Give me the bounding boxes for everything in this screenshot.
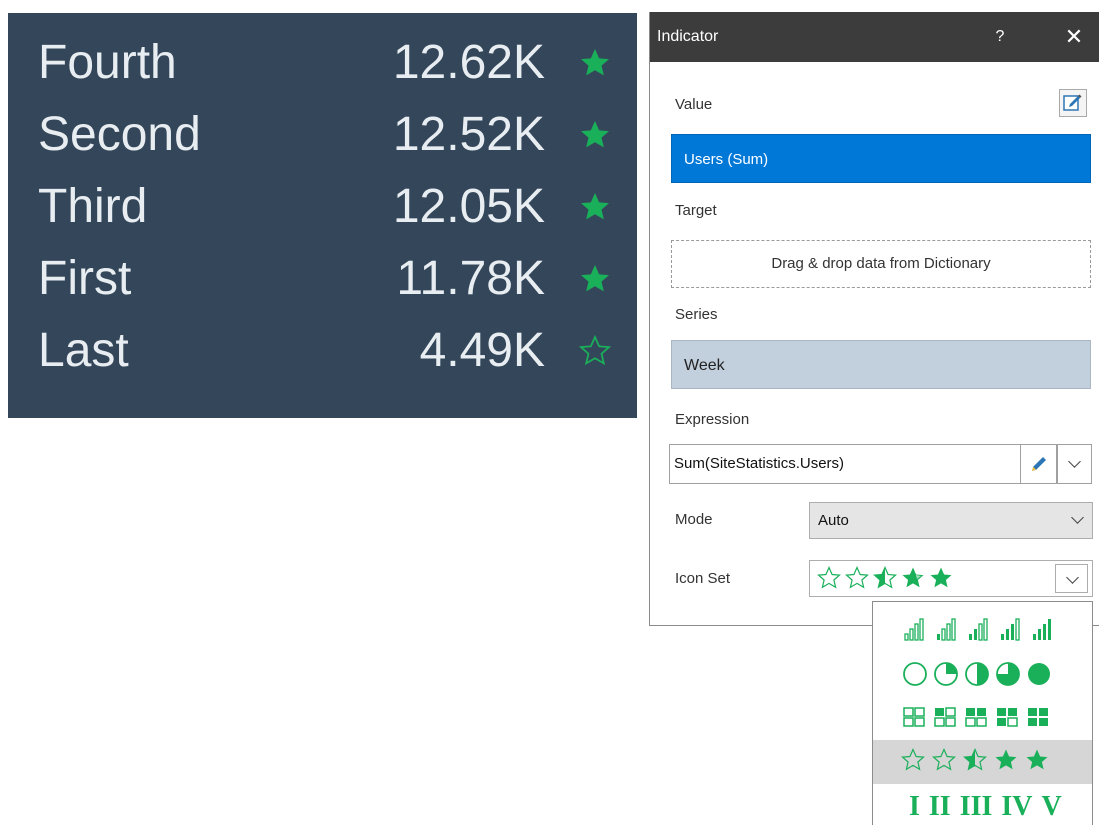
star-icon: [578, 263, 612, 295]
value-label: Value: [675, 96, 713, 113]
iconset-option-stars[interactable]: [873, 740, 1092, 784]
row-value: 12.05K: [392, 180, 545, 233]
indicator-row: First 11.78K: [8, 243, 637, 315]
expression-edit-button[interactable]: [1021, 444, 1057, 484]
iconset-label: Icon Set: [675, 570, 731, 587]
indicator-row: Fourth 12.62K: [8, 27, 637, 99]
row-label: Third: [38, 180, 148, 233]
chevron-down-icon: [1066, 571, 1079, 584]
indicator-row: Last 4.49K: [8, 315, 637, 387]
pie-quarters-icon: [903, 662, 1050, 686]
row-value: 11.78K: [396, 252, 545, 305]
expression-input[interactable]: Sum(SiteStatistics.Users): [669, 444, 1021, 484]
help-button[interactable]: ?: [980, 12, 1020, 62]
row-value: 12.62K: [392, 36, 545, 89]
numeral-3: III: [959, 791, 993, 822]
mode-label: Mode: [675, 511, 713, 528]
star-icon: [901, 748, 1048, 770]
series-field[interactable]: Week: [671, 340, 1091, 389]
iconset-option-roman-numerals[interactable]: I II III IV V: [873, 784, 1092, 828]
row-value: 12.52K: [392, 108, 545, 161]
row-label: Last: [38, 324, 129, 377]
quadrants-icon: [903, 707, 1048, 727]
numeral-1: I: [909, 791, 920, 822]
roman-numerals-icon: I II III IV V: [909, 791, 1071, 823]
target-label: Target: [675, 202, 717, 219]
indicator-dialog: Indicator ? ✕ Value Users (Sum) Target D…: [649, 12, 1099, 626]
iconset-dropdown-button[interactable]: [1055, 564, 1088, 593]
row-label: First: [38, 252, 132, 305]
indicator-row: Second 12.52K: [8, 99, 637, 171]
star-icon: [578, 119, 612, 151]
iconset-option-quadrants[interactable]: [873, 696, 1092, 740]
chevron-down-icon: [1068, 455, 1081, 468]
star-outline-icon: [578, 335, 612, 367]
edit-value-button[interactable]: [1059, 89, 1087, 117]
numeral-4: IV: [1001, 791, 1033, 822]
series-field-text: Week: [684, 357, 725, 374]
numeral-5: V: [1041, 791, 1062, 822]
value-field[interactable]: Users (Sum): [671, 134, 1091, 183]
mode-select[interactable]: Auto: [809, 502, 1093, 539]
numeral-2: II: [928, 791, 951, 822]
star-rating-icons: [817, 566, 952, 588]
close-button[interactable]: ✕: [1054, 12, 1094, 62]
target-drop-zone[interactable]: Drag & drop data from Dictionary: [671, 240, 1091, 288]
mode-value: Auto: [818, 512, 849, 529]
iconset-option-signal-bars[interactable]: [873, 608, 1092, 652]
row-label: Second: [38, 108, 201, 161]
iconset-dropdown-list: I II III IV V: [872, 601, 1093, 825]
series-label: Series: [675, 306, 718, 323]
pencil-icon: [1032, 457, 1046, 471]
expression-dropdown-button[interactable]: [1057, 444, 1092, 484]
indicator-row: Third 12.05K: [8, 171, 637, 243]
dialog-title: Indicator: [657, 28, 719, 45]
title-bar[interactable]: Indicator ? ✕: [650, 12, 1099, 62]
value-field-text: Users (Sum): [684, 151, 769, 168]
indicator-table: Fourth 12.62K Second 12.52K Third 12.05K…: [8, 13, 637, 418]
edit-icon: [1063, 94, 1082, 111]
row-label: Fourth: [38, 36, 177, 89]
expression-label: Expression: [675, 411, 750, 428]
signal-bars-icon: [904, 618, 1051, 641]
row-value: 4.49K: [419, 324, 545, 377]
chevron-down-icon: [1071, 511, 1084, 524]
star-icon: [578, 191, 612, 223]
star-icon: [578, 47, 612, 79]
iconset-select[interactable]: [809, 560, 1093, 597]
iconset-option-pie-quarters[interactable]: [873, 652, 1092, 696]
